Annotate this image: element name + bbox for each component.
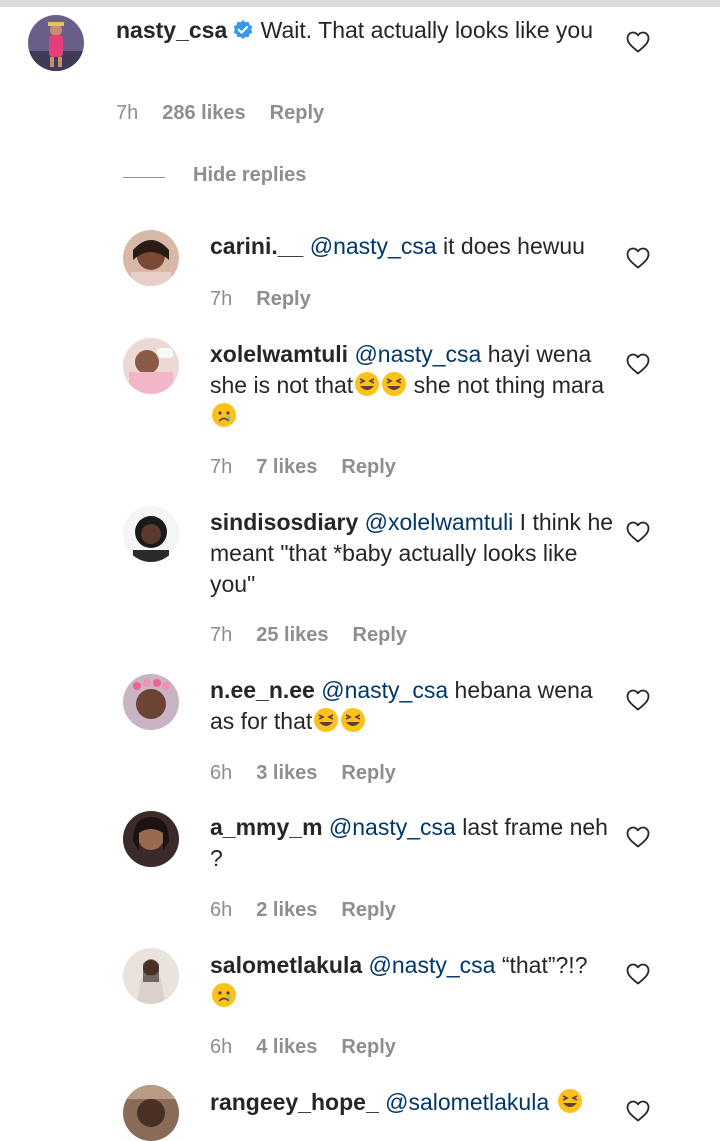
verified-badge-icon	[232, 18, 254, 40]
avatar[interactable]	[123, 338, 179, 394]
like-count[interactable]: 7 likes	[256, 456, 317, 478]
comment-time: 7h	[116, 102, 139, 124]
avatar[interactable]	[28, 15, 84, 71]
username[interactable]: nasty_csa	[116, 17, 227, 43]
comment-time: 7h	[210, 456, 233, 478]
reply-button[interactable]: Reply	[256, 288, 310, 310]
hide-replies-divider	[123, 177, 165, 178]
avatar[interactable]	[123, 230, 179, 286]
comment-body: a_mmy_m @nasty_csa last frame neh ?	[210, 812, 615, 874]
comment-meta: 7h 7 likes Reply	[210, 456, 420, 479]
reply-button[interactable]: Reply	[341, 762, 395, 784]
grinning-squinting-emoji	[314, 708, 339, 732]
grinning-squinting-emoji	[341, 708, 366, 732]
comment-body: nasty_csa Wait. That actually looks like…	[116, 15, 596, 46]
avatar[interactable]	[123, 948, 179, 1004]
heart-outline-icon[interactable]	[626, 826, 650, 848]
mention-link[interactable]: @nasty_csa	[321, 677, 448, 703]
username[interactable]: salometlakula	[210, 952, 362, 978]
comment-text-cont: she not thing mara	[407, 372, 605, 398]
top-divider	[0, 0, 720, 7]
username[interactable]: xolelwamtuli	[210, 341, 348, 367]
heart-outline-icon[interactable]	[626, 247, 650, 269]
comment-body: sindisosdiary @xolelwamtuli I think he m…	[210, 507, 615, 600]
reply-button[interactable]: Reply	[270, 102, 324, 124]
mention-link[interactable]: @xolelwamtuli	[365, 509, 514, 535]
comment-meta: 7h 286 likes Reply	[116, 102, 348, 125]
comment-body: rangeey_hope_ @salometlakula	[210, 1087, 615, 1118]
heart-outline-icon[interactable]	[626, 31, 650, 53]
heart-outline-icon[interactable]	[626, 963, 650, 985]
like-count[interactable]: 25 likes	[256, 624, 328, 646]
comment-text	[549, 1089, 555, 1115]
grinning-squinting-emoji	[382, 372, 407, 396]
comment-time: 6h	[210, 899, 233, 921]
reply-button[interactable]: Reply	[341, 1036, 395, 1058]
heart-outline-icon[interactable]	[626, 521, 650, 543]
mention-link[interactable]: @nasty_csa	[369, 952, 496, 978]
username[interactable]: rangeey_hope_	[210, 1089, 379, 1115]
like-count[interactable]: 286 likes	[162, 102, 245, 124]
comment-body: n.ee_n.ee @nasty_csa hebana wena as for …	[210, 675, 615, 737]
heart-outline-icon[interactable]	[626, 1100, 650, 1122]
crying-face-emoji	[212, 983, 236, 1007]
comment-body: salometlakula @nasty_csa “that”?!?	[210, 950, 615, 1012]
reply-button[interactable]: Reply	[353, 624, 407, 646]
heart-outline-icon[interactable]	[626, 689, 650, 711]
mention-link[interactable]: @salometlakula	[385, 1089, 549, 1115]
mention-link[interactable]: @nasty_csa	[310, 233, 437, 259]
like-count[interactable]: 4 likes	[256, 1036, 317, 1058]
heart-outline-icon[interactable]	[626, 353, 650, 375]
crying-face-emoji	[212, 403, 236, 427]
comment-meta: 6h 3 likes Reply	[210, 762, 420, 785]
comment-text: Wait. That actually looks like you	[260, 17, 594, 43]
comment-time: 6h	[210, 762, 233, 784]
avatar[interactable]	[123, 1085, 179, 1141]
grinning-squinting-emoji	[557, 1089, 582, 1113]
comment-body: carini.__ @nasty_csa it does hewuu	[210, 231, 615, 262]
hide-replies-label[interactable]: Hide replies	[193, 164, 306, 187]
avatar[interactable]	[123, 506, 179, 562]
comment-time: 6h	[210, 1036, 233, 1058]
comment-meta: 6h 2 likes Reply	[210, 899, 420, 922]
comment-meta: 6h 4 likes Reply	[210, 1036, 420, 1059]
reply-button[interactable]: Reply	[341, 456, 395, 478]
comment-text: it does hewuu	[436, 233, 585, 259]
username[interactable]: carini.__	[210, 233, 303, 259]
comment-text: “that”?!?	[495, 952, 588, 978]
mention-link[interactable]: @nasty_csa	[354, 341, 481, 367]
grinning-squinting-emoji	[355, 372, 380, 396]
like-count[interactable]: 2 likes	[256, 899, 317, 921]
mention-link[interactable]: @nasty_csa	[329, 814, 456, 840]
username[interactable]: sindisosdiary	[210, 509, 358, 535]
username[interactable]: n.ee_n.ee	[210, 677, 315, 703]
avatar[interactable]	[123, 811, 179, 867]
comment-meta: 7h 25 likes Reply	[210, 624, 431, 647]
comment-body: xolelwamtuli @nasty_csa hayi wena she is…	[210, 339, 615, 432]
comment-time: 7h	[210, 288, 233, 310]
comment-time: 7h	[210, 624, 233, 646]
comment-meta: 7h Reply	[210, 288, 335, 311]
reply-button[interactable]: Reply	[341, 899, 395, 921]
username[interactable]: a_mmy_m	[210, 814, 323, 840]
avatar[interactable]	[123, 674, 179, 730]
like-count[interactable]: 3 likes	[256, 762, 317, 784]
